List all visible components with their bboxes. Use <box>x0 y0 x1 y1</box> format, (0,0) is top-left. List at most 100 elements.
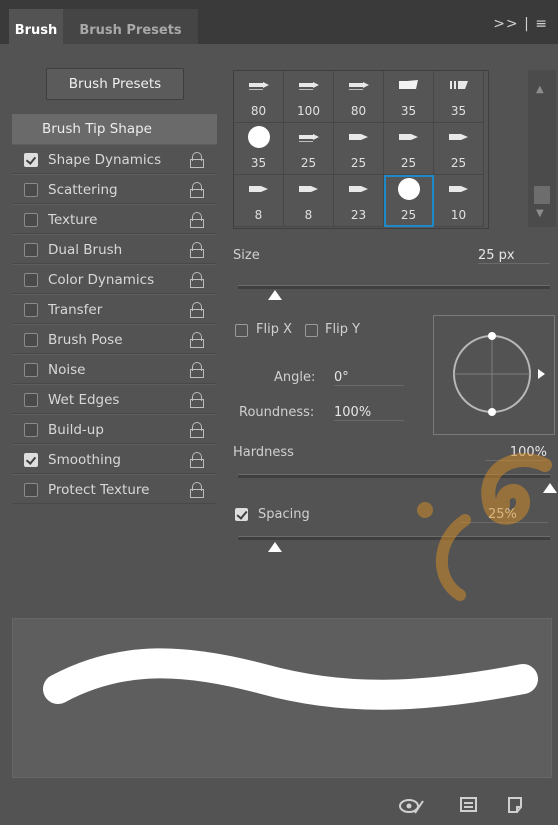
size-value[interactable]: 25 px <box>478 248 550 264</box>
brush-option-color-dynamics[interactable]: Color Dynamics <box>12 264 217 294</box>
flip-y-checkbox[interactable] <box>305 324 318 337</box>
brush-option-noise[interactable]: Noise <box>12 354 217 384</box>
option-checkbox[interactable] <box>24 183 38 197</box>
option-checkbox[interactable] <box>24 483 38 497</box>
brush-option-texture[interactable]: Texture <box>12 204 217 234</box>
lock-icon[interactable] <box>190 482 205 498</box>
scroll-up-icon[interactable]: ▲ <box>536 84 544 95</box>
option-label: Build-up <box>48 422 104 438</box>
brush-settings-icon[interactable] <box>459 795 479 819</box>
flip-x-checkbox[interactable] <box>235 324 248 337</box>
roundness-value[interactable]: 100% <box>334 405 404 421</box>
angle-value[interactable]: 0° <box>334 370 404 386</box>
option-label: Color Dynamics <box>48 272 155 288</box>
brush-preset-item[interactable]: 25 <box>334 123 384 175</box>
brush-tip-arrow-icon <box>248 183 270 199</box>
brush-option-scattering[interactable]: Scattering <box>12 174 217 204</box>
option-checkbox[interactable] <box>24 303 38 317</box>
stroke-preview-shape <box>43 648 538 710</box>
brush-size-label: 35 <box>450 104 467 118</box>
brush-preset-item[interactable]: 8 <box>234 175 284 227</box>
brush-option-shape-dynamics[interactable]: Shape Dynamics <box>12 144 217 174</box>
brush-preset-item[interactable]: 10 <box>434 175 484 227</box>
brush-tip-arrow-icon <box>448 131 470 147</box>
brush-preset-item[interactable]: 80 <box>234 71 284 123</box>
angle-roundness-widget[interactable] <box>433 315 555 435</box>
brush-size-label: 100 <box>297 104 320 118</box>
lock-icon[interactable] <box>190 392 205 408</box>
brush-preset-item[interactable]: 80 <box>334 71 384 123</box>
brush-size-label: 80 <box>250 104 267 118</box>
lock-icon[interactable] <box>190 182 205 198</box>
lock-icon[interactable] <box>190 422 205 438</box>
brush-tip-round-icon <box>397 177 421 205</box>
brush-preset-item[interactable]: 35 <box>234 123 284 175</box>
brush-preset-item[interactable]: 100 <box>284 71 334 123</box>
option-label: Protect Texture <box>48 482 150 498</box>
angle-label: Angle: <box>274 370 316 385</box>
size-slider-track[interactable] <box>238 285 550 289</box>
brush-preset-item[interactable]: 25 <box>284 123 334 175</box>
preset-grid-scrollbar[interactable]: ▲ ▼ <box>528 70 556 227</box>
lock-icon[interactable] <box>190 242 205 258</box>
brush-size-label: 23 <box>350 208 367 222</box>
brush-tip-tip-icon <box>348 79 370 95</box>
option-checkbox[interactable] <box>24 363 38 377</box>
lock-icon[interactable] <box>190 302 205 318</box>
option-checkbox[interactable] <box>24 213 38 227</box>
tab-brush-presets[interactable]: Brush Presets <box>63 9 198 44</box>
scroll-thumb[interactable] <box>534 186 550 204</box>
option-checkbox[interactable] <box>24 153 38 167</box>
brush-size-label: 25 <box>400 208 417 222</box>
option-checkbox[interactable] <box>24 273 38 287</box>
brush-option-smoothing[interactable]: Smoothing <box>12 444 217 474</box>
brush-option-brush-tip-shape[interactable]: Brush Tip Shape <box>12 114 217 144</box>
toggle-preview-icon[interactable] <box>398 795 424 819</box>
brush-option-brush-pose[interactable]: Brush Pose <box>12 324 217 354</box>
brush-size-label: 35 <box>250 156 267 170</box>
brush-option-dual-brush[interactable]: Dual Brush <box>12 234 217 264</box>
lock-icon[interactable] <box>190 152 205 168</box>
brush-preset-item[interactable]: 35 <box>384 71 434 123</box>
option-checkbox[interactable] <box>24 393 38 407</box>
lock-icon[interactable] <box>190 362 205 378</box>
brush-tip-arrow-icon <box>448 183 470 199</box>
roundness-label: Roundness: <box>239 405 315 420</box>
brush-option-wet-edges[interactable]: Wet Edges <box>12 384 217 414</box>
lock-icon[interactable] <box>190 212 205 228</box>
option-checkbox[interactable] <box>24 243 38 257</box>
hardness-label: Hardness <box>233 445 294 460</box>
flip-y-label: Flip Y <box>325 322 361 337</box>
scroll-down-icon[interactable]: ▼ <box>536 208 544 219</box>
brush-tip-arrow-icon <box>348 131 370 147</box>
brush-option-protect-texture[interactable]: Protect Texture <box>12 474 217 504</box>
brush-option-build-up[interactable]: Build-up <box>12 414 217 444</box>
brush-presets-button[interactable]: Brush Presets <box>46 68 184 100</box>
brush-size-label: 8 <box>304 208 313 222</box>
tab-brush[interactable]: Brush <box>9 9 63 44</box>
brush-preset-item[interactable]: 8 <box>284 175 334 227</box>
brush-option-transfer[interactable]: Transfer <box>12 294 217 324</box>
new-brush-icon[interactable] <box>505 795 525 819</box>
lock-icon[interactable] <box>190 272 205 288</box>
lock-icon[interactable] <box>190 332 205 348</box>
brush-preset-item[interactable]: 23 <box>334 175 384 227</box>
size-slider-thumb[interactable] <box>268 290 283 300</box>
brush-preset-item[interactable]: 35 <box>434 71 484 123</box>
brush-tip-flat-icon <box>398 79 420 95</box>
brush-settings-list: Brush Tip Shape Shape Dynamics Scattering T… <box>12 114 217 504</box>
brush-tip-arrow-icon <box>398 131 420 147</box>
option-label: Scattering <box>48 182 118 198</box>
panel-menu-icon[interactable]: >> | ≡ <box>493 16 548 32</box>
brush-preset-item[interactable]: 25 <box>384 175 434 227</box>
brush-preset-item[interactable]: 25 <box>434 123 484 175</box>
brush-size-label: 35 <box>400 104 417 118</box>
lock-icon[interactable] <box>190 452 205 468</box>
option-checkbox[interactable] <box>24 333 38 347</box>
spacing-checkbox[interactable] <box>235 508 248 521</box>
option-checkbox[interactable] <box>24 423 38 437</box>
spacing-slider-thumb[interactable] <box>268 542 283 552</box>
option-checkbox[interactable] <box>24 453 38 467</box>
angle-dial-icon[interactable] <box>434 316 554 434</box>
brush-preset-item[interactable]: 25 <box>384 123 434 175</box>
